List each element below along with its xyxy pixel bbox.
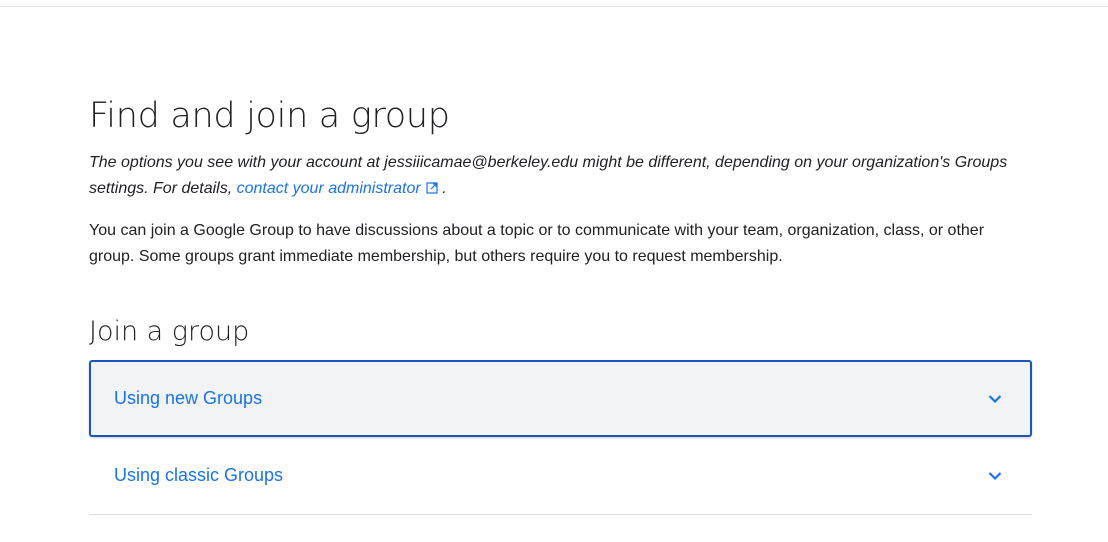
intro-paragraph: You can join a Google Group to have disc…: [89, 222, 985, 265]
top-divider: [0, 6, 1108, 7]
accordion-item-label: Using classic Groups: [114, 465, 284, 485]
external-link-icon: [426, 182, 438, 194]
accordion-item-using-new-groups[interactable]: Using new Groups: [89, 360, 1032, 437]
page-title: Find and join a group: [89, 96, 450, 136]
contact-administrator-link-text: contact your administrator: [236, 180, 421, 197]
section-title-join-a-group: Join a group: [89, 316, 250, 347]
chevron-down-icon: [988, 471, 1002, 480]
account-note-end: .: [442, 180, 447, 197]
article: Find and join a group The options you se…: [89, 88, 1032, 515]
contact-administrator-link[interactable]: contact your administrator: [237, 180, 438, 197]
chevron-down-icon: [988, 394, 1002, 403]
join-group-accordion: Using new Groups Using classic Groups: [89, 360, 1032, 515]
account-note: The options you see with your account at…: [89, 150, 1032, 202]
accordion-item-label: Using new Groups: [114, 388, 263, 408]
accordion-item-using-classic-groups[interactable]: Using classic Groups: [89, 437, 1032, 515]
account-note-text: The options you see with your account at…: [89, 154, 1008, 197]
